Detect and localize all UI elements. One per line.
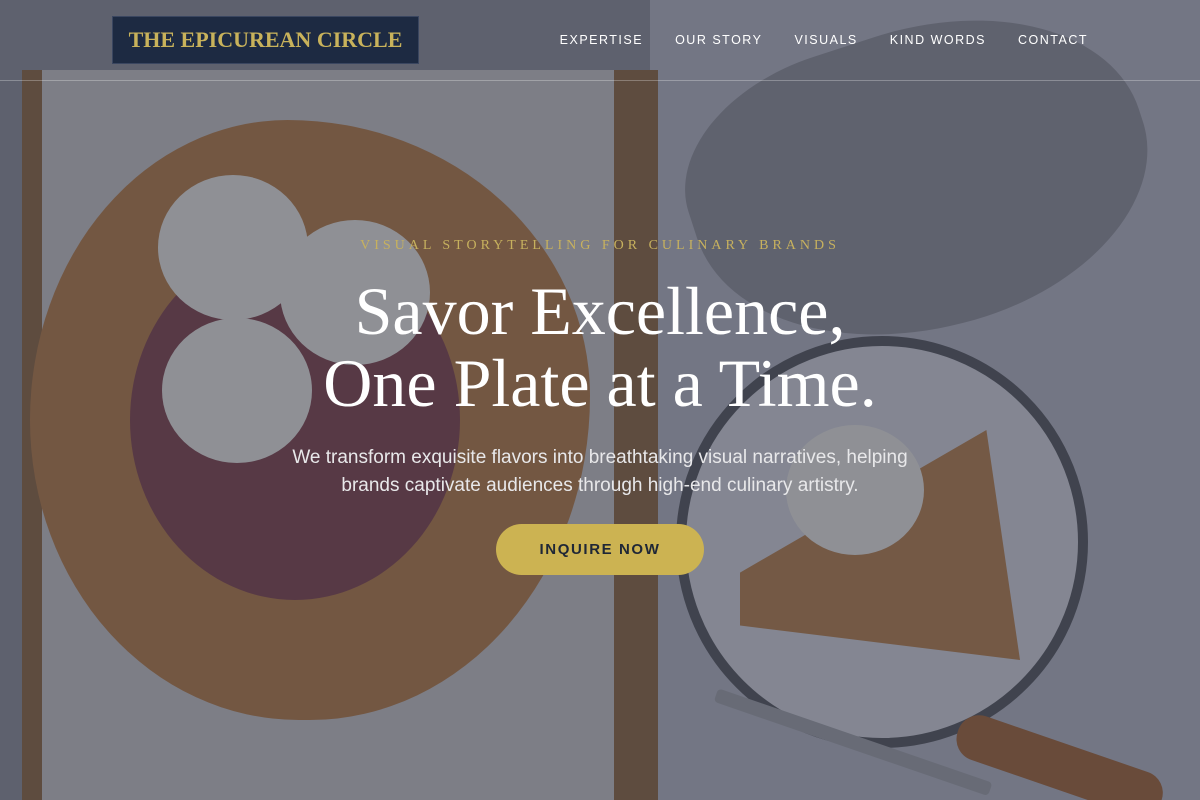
hero-subtitle: We transform exquisite flavors into brea…: [260, 444, 940, 500]
hero-title: Savor Excellence, One Plate at a Time.: [0, 275, 1200, 419]
main-nav: EXPERTISE OUR STORY VISUALS KIND WORDS C…: [560, 0, 1088, 80]
site-header: THE EPICUREAN CIRCLE EXPERTISE OUR STORY…: [0, 0, 1200, 81]
hero-section: THE EPICUREAN CIRCLE EXPERTISE OUR STORY…: [0, 0, 1200, 800]
nav-link-expertise[interactable]: EXPERTISE: [560, 33, 643, 47]
nav-link-contact[interactable]: CONTACT: [1018, 33, 1088, 47]
hero-subtitle-line-2: brands captivate audiences through high-…: [341, 475, 859, 496]
logo-text: THE EPICUREAN CIRCLE: [128, 27, 403, 52]
hero-title-line-1: Savor Excellence,: [354, 273, 846, 349]
nav-link-visuals[interactable]: VISUALS: [794, 33, 857, 47]
hero-content: VISUAL STORYTELLING FOR CULINARY BRANDS …: [0, 0, 1200, 800]
inquire-now-button[interactable]: INQUIRE NOW: [496, 524, 704, 575]
nav-link-our-story[interactable]: OUR STORY: [675, 33, 762, 47]
nav-link-kind-words[interactable]: KIND WORDS: [890, 33, 986, 47]
site-logo[interactable]: THE EPICUREAN CIRCLE: [112, 16, 419, 64]
hero-eyebrow: VISUAL STORYTELLING FOR CULINARY BRANDS: [360, 238, 840, 253]
hero-subtitle-line-1: We transform exquisite flavors into brea…: [292, 447, 908, 468]
hero-title-line-2: One Plate at a Time.: [323, 345, 877, 421]
